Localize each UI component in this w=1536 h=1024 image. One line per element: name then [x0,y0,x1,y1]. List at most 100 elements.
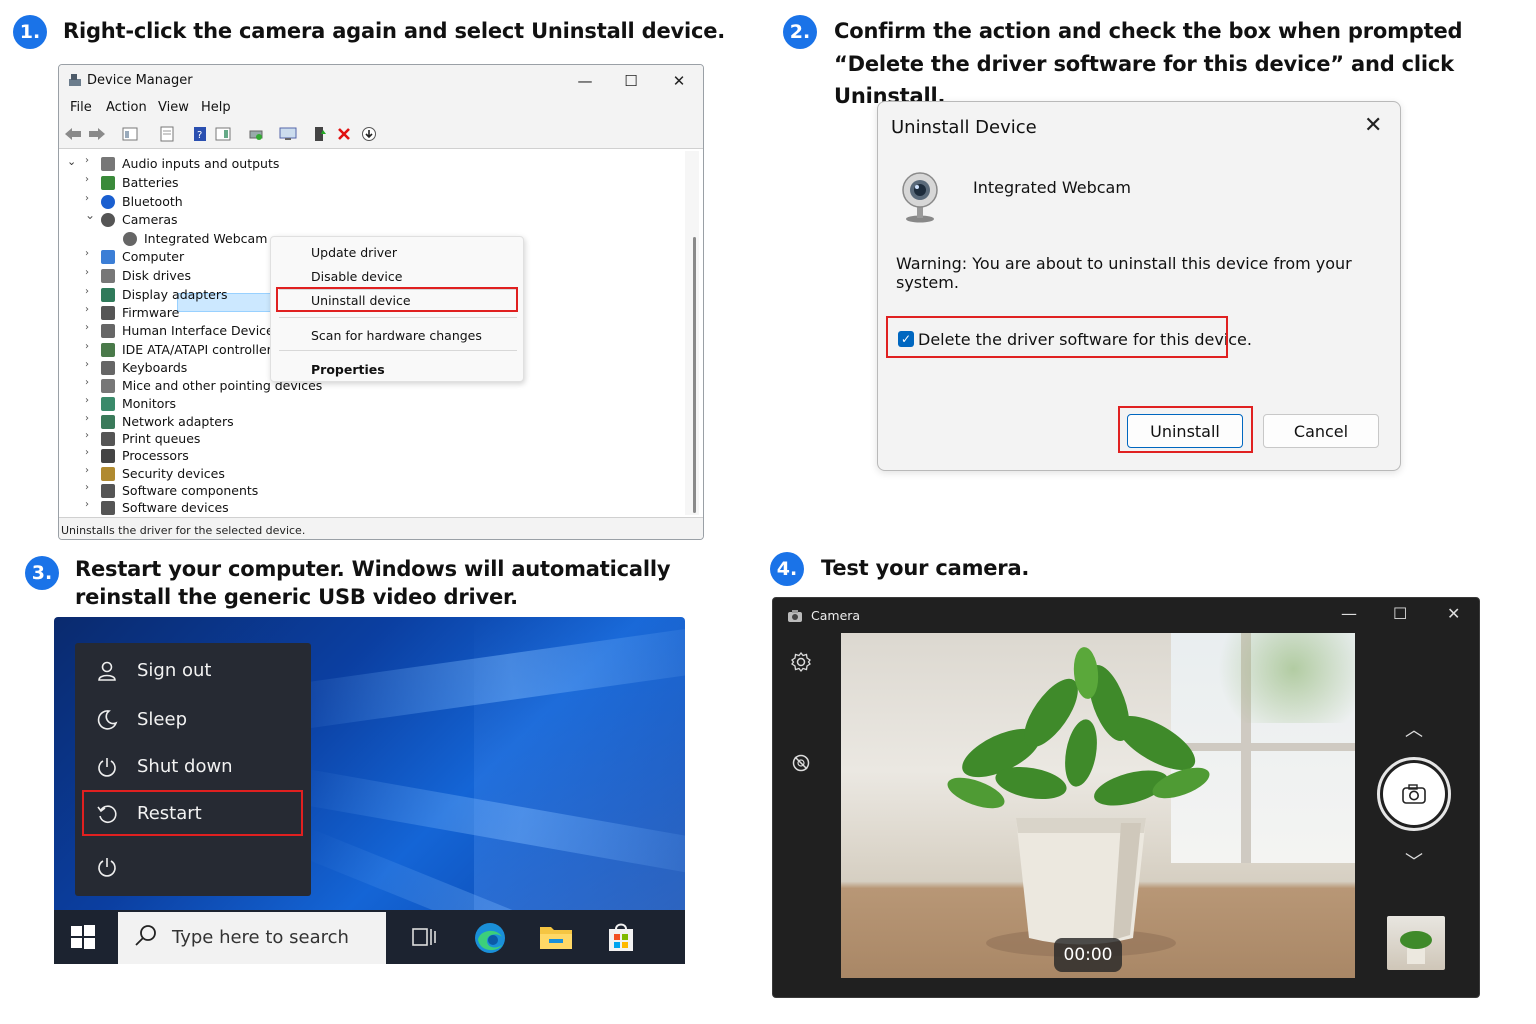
forward-arrow-icon[interactable] [88,125,106,143]
camera-maximize-icon[interactable]: ☐ [1393,604,1407,623]
settings-gear-icon[interactable] [790,651,812,673]
menu-scan-hardware[interactable]: Scan for hardware changes [311,328,482,343]
download-circle-icon[interactable] [360,125,378,143]
cancel-button[interactable]: Cancel [1263,414,1379,448]
search-icon [134,924,158,948]
computer-icon [101,250,115,264]
step-3-text-line2: reinstall the generic USB video driver. [75,585,518,609]
printer-icon [101,432,115,446]
chevron-right-icon[interactable]: › [85,359,95,370]
camera-app-icon [787,608,803,622]
menu-file[interactable]: File [70,100,92,115]
chevron-right-icon[interactable]: › [85,499,95,510]
tree-item-label: Software devices [122,500,229,515]
microsoft-store-icon[interactable] [605,921,637,953]
action-pane-icon[interactable] [214,125,232,143]
tree-item[interactable]: › Processors [59,447,619,465]
tree-item[interactable]: › Security devices [59,465,619,483]
tree-item[interactable]: › Audio inputs and outputs [59,155,619,173]
search-placeholder[interactable]: Type here to search [172,927,349,948]
uninstall-highlight-box [276,287,518,312]
menu-disable-device[interactable]: Disable device [311,269,402,284]
tree-item[interactable]: › Software devices [59,499,619,517]
vertical-scrollbar[interactable] [685,151,699,515]
menu-action[interactable]: Action [106,100,147,115]
tree-item[interactable]: › Network adapters [59,413,619,431]
chevron-right-icon[interactable]: › [85,286,95,297]
chevron-right-icon[interactable]: › [85,248,95,259]
chevron-right-icon[interactable]: › [85,322,95,333]
tree-item-label: Security devices [122,466,225,481]
sleep-option[interactable]: Sleep [137,709,187,730]
window-title: Device Manager [87,73,193,88]
back-arrow-icon[interactable] [64,125,82,143]
security-icon [101,467,115,481]
menu-update-driver[interactable]: Update driver [311,245,397,260]
disk-icon [101,269,115,283]
tree-item[interactable]: › Monitors [59,395,619,413]
webcam-icon [900,170,944,224]
tree-item[interactable]: ⌄ Cameras [59,208,619,229]
scrollbar-thumb[interactable] [693,237,696,513]
close-icon[interactable]: ✕ [659,69,699,93]
tree-item-label: Software components [122,483,259,498]
chevron-right-icon[interactable]: › [85,267,95,278]
display-icon [101,288,115,302]
tree-item-label: Disk drives [122,268,191,283]
tree-item[interactable]: › Bluetooth [59,193,619,211]
step-2-text-line1: Confirm the action and check the box whe… [834,19,1463,43]
power-menu: Sign out Sleep Shut down Restart [75,643,311,896]
chevron-right-icon[interactable]: › [85,193,95,204]
chevron-down-icon[interactable]: ﹀ [1405,848,1423,874]
recording-timer: 00:00 [1054,938,1122,972]
bluetooth-icon [101,195,115,209]
edge-browser-icon[interactable] [473,921,507,955]
tree-item-label: IDE ATA/ATAPI controllers [122,342,279,357]
camera-minimize-icon[interactable]: — [1341,604,1357,623]
chevron-right-icon[interactable]: › [85,447,95,458]
chevron-right-icon[interactable]: › [85,341,95,352]
uninstall-x-icon[interactable] [335,125,353,143]
chevron-right-icon[interactable]: › [85,155,95,166]
chevron-right-icon[interactable]: › [85,465,95,476]
capture-photo-button[interactable] [1383,763,1445,825]
update-driver-icon[interactable] [311,125,329,143]
chevron-up-icon[interactable]: ︿ [1405,716,1423,742]
chevron-right-icon[interactable]: › [85,304,95,315]
menu-help[interactable]: Help [201,100,231,115]
print-icon[interactable] [247,125,265,143]
file-explorer-icon[interactable] [539,923,573,951]
software-component-icon [101,484,115,498]
shut-down-option[interactable]: Shut down [137,756,233,777]
chevron-right-icon[interactable]: › [85,413,95,424]
warning-text: Warning: You are about to uninstall this… [896,254,1352,292]
properties-toolbar-icon[interactable] [158,125,176,143]
power-button-icon[interactable] [95,855,119,879]
chevron-right-icon[interactable]: › [85,174,95,185]
tree-item[interactable]: › Batteries [59,174,619,192]
camera-close-icon[interactable]: ✕ [1447,604,1460,623]
maximize-icon[interactable]: ☐ [611,69,651,93]
expanded-chevron-icon[interactable]: ⌄ [85,208,95,222]
tree-item-label: Human Interface Devices [122,323,281,338]
chevron-right-icon[interactable]: › [85,377,95,388]
timer-off-icon[interactable] [790,752,812,774]
dialog-close-icon[interactable]: ✕ [1364,113,1382,138]
sign-out-option[interactable]: Sign out [137,660,211,681]
show-hide-console-tree-icon[interactable] [121,125,139,143]
menu-properties[interactable]: Properties [311,362,385,377]
tree-item[interactable]: › Software components [59,482,619,500]
chevron-right-icon[interactable]: › [85,430,95,441]
chevron-right-icon[interactable]: › [85,482,95,493]
task-view-icon[interactable] [411,925,437,949]
last-photo-thumbnail[interactable] [1387,916,1445,970]
windows-start-icon[interactable] [71,925,95,949]
tree-item-label: Audio inputs and outputs [122,156,280,171]
tree-item[interactable]: › Print queues [59,430,619,448]
minimize-icon[interactable]: — [565,69,605,93]
chevron-right-icon[interactable]: › [85,395,95,406]
scan-hardware-icon[interactable] [279,125,297,143]
monitor-icon [101,397,115,411]
help-icon[interactable]: ? [191,125,209,143]
menu-view[interactable]: View [158,100,189,115]
